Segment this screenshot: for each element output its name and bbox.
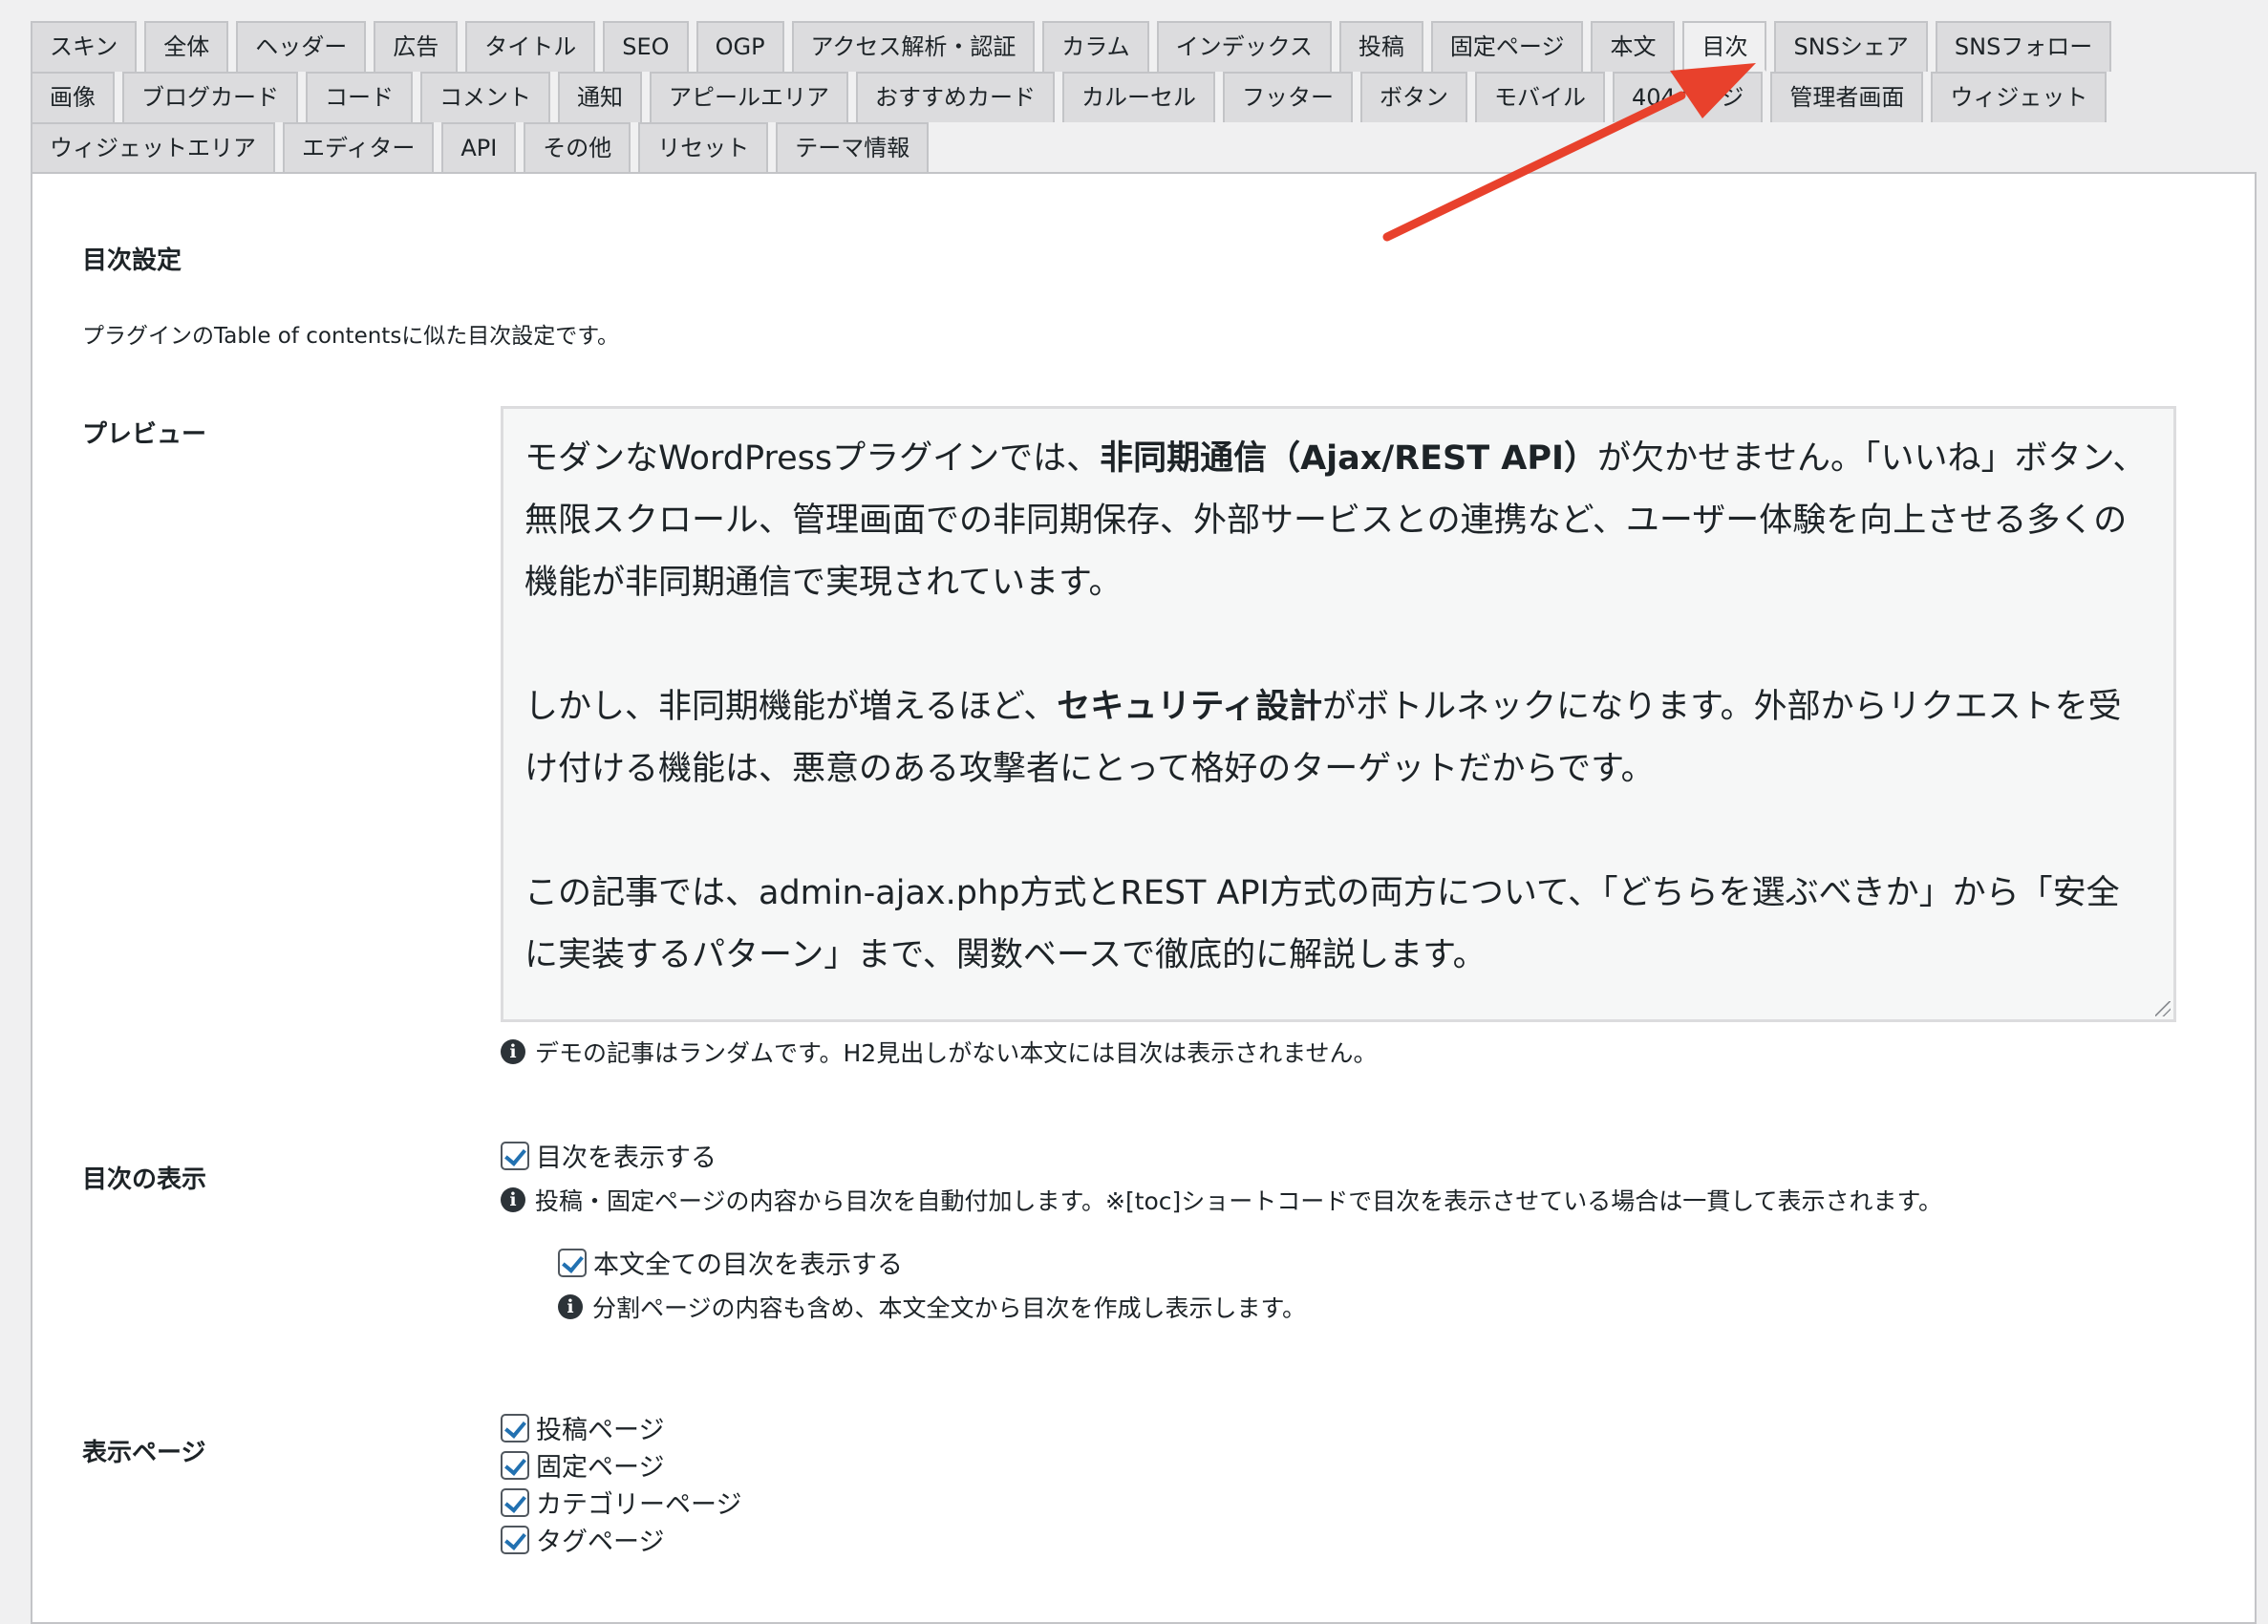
show-all-toc-label: 本文全ての目次を表示する	[593, 1250, 903, 1280]
tab-analytics[interactable]: アクセス解析・認証	[791, 21, 1036, 72]
tab-ogp[interactable]: OGP	[695, 21, 784, 72]
toc-display-label: 目次の表示	[82, 1165, 207, 1194]
tab-api[interactable]: API	[441, 122, 517, 173]
tab-editor[interactable]: エディター	[283, 122, 435, 173]
info-icon: i	[501, 1039, 525, 1064]
page-type-checkbox-tag[interactable]: タグページ	[501, 1521, 664, 1558]
tab-body[interactable]: 本文	[1591, 21, 1676, 72]
page-type-checkbox-page[interactable]: 固定ページ	[501, 1446, 664, 1484]
checkbox-checked-icon[interactable]	[501, 1487, 529, 1517]
show-toc-checkbox[interactable]: 目次を表示する	[501, 1137, 717, 1174]
tab-404[interactable]: 404ページ	[1613, 72, 1764, 122]
settings-tabs: スキン 全体 ヘッダー 広告 タイトル SEO OGP アクセス解析・認証 カラ…	[31, 21, 2257, 173]
preview-text: モダンなWordPressプラグインでは、	[524, 439, 1101, 478]
settings-panel: 目次設定 プラグインのTable of contentsに似た目次設定です。 プ…	[31, 172, 2257, 1624]
tab-blogcard[interactable]: ブログカード	[122, 72, 298, 122]
tab-recommend-card[interactable]: おすすめカード	[856, 72, 1055, 122]
preview-bold-text: セキュリティ設計	[1057, 688, 1323, 726]
display-pages-label: 表示ページ	[82, 1439, 206, 1467]
page-type-label: タグページ	[536, 1528, 665, 1557]
tab-admin[interactable]: 管理者画面	[1770, 72, 1924, 122]
page-type-label: カテゴリーページ	[536, 1490, 742, 1520]
tab-page[interactable]: 固定ページ	[1430, 21, 1584, 72]
preview-text: しかし、非同期機能が増えるほど、	[524, 688, 1058, 726]
preview-paragraph-1: モダンなWordPressプラグインでは、非同期通信（Ajax/REST API…	[524, 428, 2150, 614]
info-icon: i	[501, 1187, 525, 1212]
preview-bold-text: 非同期通信（Ajax/REST API）	[1100, 439, 1598, 478]
page-type-label: 固定ページ	[536, 1453, 665, 1483]
tab-notice[interactable]: 通知	[558, 72, 642, 122]
tab-row-3: ウィジェットエリア エディター API その他 リセット テーマ情報	[31, 122, 2257, 173]
checkbox-checked-icon[interactable]	[558, 1248, 587, 1277]
preview-textarea[interactable]: モダンなWordPressプラグインでは、非同期通信（Ajax/REST API…	[501, 406, 2176, 1022]
preview-note-text: デモの記事はランダムです。H2見出しがない本文には目次は表示されません。	[535, 1039, 1378, 1067]
section-title: 目次設定	[82, 246, 182, 275]
tab-title[interactable]: タイトル	[465, 21, 596, 72]
page-type-checkbox-post[interactable]: 投稿ページ	[501, 1409, 664, 1446]
tab-code[interactable]: コード	[306, 72, 413, 122]
tab-image[interactable]: 画像	[31, 72, 115, 122]
tab-ads[interactable]: 広告	[374, 21, 459, 72]
tab-widget[interactable]: ウィジェット	[1931, 72, 2108, 122]
tab-header[interactable]: ヘッダー	[236, 21, 367, 72]
tab-toc[interactable]: 目次	[1682, 21, 1767, 72]
checkbox-checked-icon[interactable]	[501, 1413, 529, 1442]
page-type-checkbox-category[interactable]: カテゴリーページ	[501, 1484, 741, 1521]
tab-row-2: 画像 ブログカード コード コメント 通知 アピールエリア おすすめカード カル…	[31, 72, 2257, 122]
resize-handle-icon[interactable]	[2155, 1001, 2171, 1016]
tab-widget-area[interactable]: ウィジェットエリア	[31, 122, 275, 173]
tab-theme-info[interactable]: テーマ情報	[776, 122, 930, 173]
tab-all[interactable]: 全体	[144, 21, 229, 72]
show-toc-note-text: 投稿・固定ページの内容から目次を自動付加します。※[toc]ショートコードで目次…	[535, 1187, 1943, 1215]
show-all-toc-checkbox[interactable]: 本文全ての目次を表示する	[558, 1244, 903, 1281]
checkbox-checked-icon[interactable]	[501, 1525, 529, 1554]
tab-mobile[interactable]: モバイル	[1475, 72, 1605, 122]
show-all-toc-note: i 分割ページの内容も含め、本文全文から目次を作成し表示します。	[558, 1290, 1306, 1324]
show-toc-label: 目次を表示する	[536, 1143, 717, 1173]
tab-skin[interactable]: スキン	[31, 21, 138, 72]
tab-sns-follow[interactable]: SNSフォロー	[1935, 21, 2112, 72]
checkbox-checked-icon[interactable]	[501, 1450, 529, 1480]
tab-row-1: スキン 全体 ヘッダー 広告 タイトル SEO OGP アクセス解析・認証 カラ…	[31, 21, 2257, 72]
show-toc-note: i 投稿・固定ページの内容から目次を自動付加します。※[toc]ショートコードで…	[501, 1183, 1942, 1217]
tab-reset[interactable]: リセット	[638, 122, 769, 173]
preview-label: プレビュー	[82, 420, 207, 449]
tab-carousel[interactable]: カルーセル	[1062, 72, 1215, 122]
tab-comment[interactable]: コメント	[420, 72, 550, 122]
tab-footer[interactable]: フッター	[1223, 72, 1353, 122]
tab-sns-share[interactable]: SNSシェア	[1774, 21, 1928, 72]
show-all-toc-note-text: 分割ページの内容も含め、本文全文から目次を作成し表示します。	[592, 1294, 1307, 1322]
preview-note: i デモの記事はランダムです。H2見出しがない本文には目次は表示されません。	[501, 1035, 1377, 1069]
info-icon: i	[558, 1294, 583, 1319]
checkbox-checked-icon[interactable]	[501, 1141, 529, 1170]
page-type-label: 投稿ページ	[536, 1416, 665, 1445]
tab-button[interactable]: ボタン	[1360, 72, 1467, 122]
preview-paragraph-3: この記事では、admin-ajax.php方式とREST API方式の両方につい…	[524, 874, 2120, 974]
tab-other[interactable]: その他	[524, 122, 631, 173]
preview-paragraph-2: しかし、非同期機能が増えるほど、セキュリティ設計がボトルネックになります。外部か…	[524, 676, 2150, 801]
tab-appeal-area[interactable]: アピールエリア	[650, 72, 848, 122]
tab-index[interactable]: インデックス	[1156, 21, 1332, 72]
tab-post[interactable]: 投稿	[1338, 21, 1423, 72]
tab-column[interactable]: カラム	[1042, 21, 1149, 72]
tab-seo[interactable]: SEO	[603, 21, 689, 72]
section-description: プラグインのTable of contentsに似た目次設定です。	[82, 324, 620, 349]
